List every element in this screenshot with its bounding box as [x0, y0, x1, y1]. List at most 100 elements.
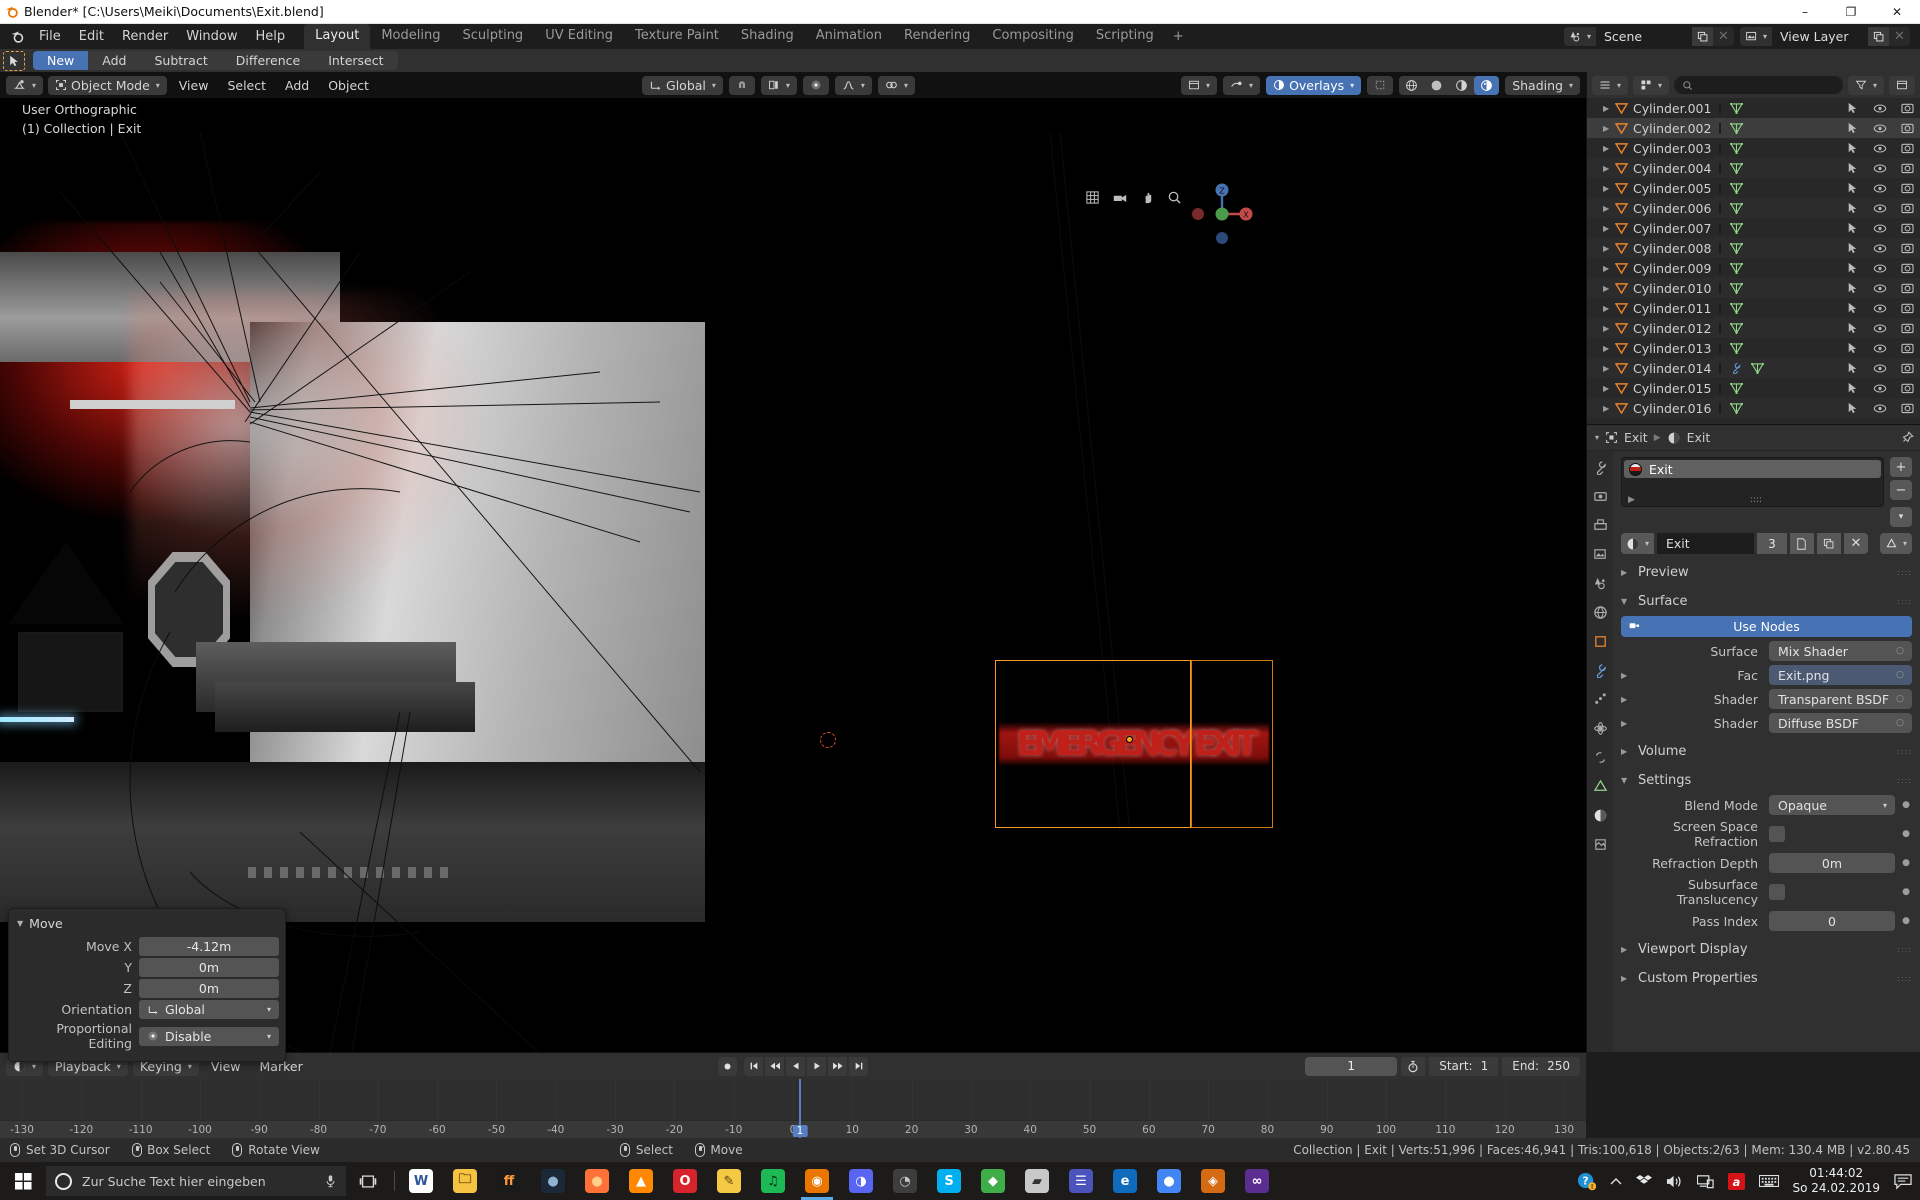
- redo-row-value[interactable]: 0m: [139, 958, 279, 977]
- mesh-data-icon[interactable]: [1730, 122, 1744, 134]
- dropbox-tray-icon[interactable]: [1635, 1174, 1652, 1189]
- outliner-tree[interactable]: ▶ Cylinder.001 ▶ Cylinder.002 ▶ Cylinder.003 ▶…: [1587, 98, 1920, 424]
- redo-row-value[interactable]: -4.12m: [139, 937, 279, 956]
- add-material-slot-button[interactable]: +: [1890, 457, 1912, 477]
- selectable-toggle-icon[interactable]: [1847, 302, 1859, 314]
- outliner-search-input[interactable]: [1674, 76, 1843, 94]
- chrome-app[interactable]: ●: [1147, 1162, 1191, 1200]
- microphone-icon[interactable]: [324, 1174, 337, 1188]
- workspace-tab-texture-paint[interactable]: Texture Paint: [624, 24, 730, 49]
- outliner-row[interactable]: ▶ Cylinder.003: [1587, 138, 1920, 158]
- disable-in-renders-icon[interactable]: [1901, 402, 1914, 414]
- selectable-toggle-icon[interactable]: [1847, 322, 1859, 334]
- outliner-expand-icon[interactable]: ▶: [1603, 104, 1615, 113]
- disable-in-renders-icon[interactable]: [1901, 382, 1914, 394]
- antivirus-tray-icon[interactable]: a: [1727, 1172, 1745, 1190]
- selectable-toggle-icon[interactable]: [1847, 182, 1859, 194]
- outliner-expand-icon[interactable]: ▶: [1603, 364, 1615, 373]
- animate-property-icon[interactable]: ○: [1896, 718, 1904, 728]
- panel-preview-header[interactable]: ▶ Preview ::::: [1621, 561, 1912, 583]
- selectable-toggle-icon[interactable]: [1847, 202, 1859, 214]
- shading-material-preview[interactable]: [1449, 76, 1474, 95]
- grid-toggle-icon[interactable]: [1085, 190, 1100, 205]
- mesh-data-icon[interactable]: [1751, 362, 1765, 374]
- blender-app[interactable]: ◉: [795, 1162, 839, 1200]
- outliner-row[interactable]: ▶ Cylinder.008: [1587, 238, 1920, 258]
- scene-delete-button[interactable]: ✕: [1712, 27, 1734, 46]
- animate-property-icon[interactable]: ○: [1896, 646, 1904, 656]
- surface-row-value[interactable]: Diffuse BSDF ○: [1769, 713, 1912, 733]
- surface-row-value[interactable]: Mix Shader ○: [1769, 641, 1912, 661]
- outliner-row[interactable]: ▶ Cylinder.002: [1587, 118, 1920, 138]
- outliner-object-name[interactable]: Cylinder.010: [1633, 281, 1711, 296]
- workspace-tab-sculpting[interactable]: Sculpting: [451, 24, 534, 49]
- play-reverse-button[interactable]: [786, 1056, 805, 1076]
- hide-in-viewport-icon[interactable]: [1873, 183, 1887, 194]
- unity-app[interactable]: ◈: [1191, 1162, 1235, 1200]
- material-data-selector[interactable]: ▾: [1879, 533, 1912, 554]
- outliner-expand-icon[interactable]: ▶: [1603, 324, 1615, 333]
- properties-editor[interactable]: ▾ Exit ▶ Exit Exit ▶:::: + − ▾ ▾ Exit 3…: [1586, 424, 1920, 1052]
- redo-proportional-select[interactable]: Disable ▾: [139, 1026, 279, 1046]
- outliner-row[interactable]: ▶ Cylinder.004: [1587, 158, 1920, 178]
- panel-settings-header[interactable]: ▼ Settings ::::: [1621, 769, 1912, 791]
- material-browse-button[interactable]: ▾: [1621, 533, 1655, 554]
- hide-in-viewport-icon[interactable]: [1873, 203, 1887, 214]
- menu-help[interactable]: Help: [247, 27, 295, 46]
- selectable-toggle-icon[interactable]: [1847, 382, 1859, 394]
- mesh-data-icon[interactable]: [1730, 282, 1744, 294]
- use-preview-range-button[interactable]: [1401, 1056, 1426, 1076]
- outliner-object-name[interactable]: Cylinder.016: [1633, 401, 1711, 416]
- disable-in-renders-icon[interactable]: [1901, 262, 1914, 274]
- viewlayer-name[interactable]: View Layer: [1772, 27, 1868, 46]
- help-notification-icon[interactable]: ?!: [1577, 1172, 1596, 1191]
- breadcrumb-object-name[interactable]: Exit: [1624, 430, 1648, 445]
- scene-selector[interactable]: ▾ Scene ✕: [1563, 27, 1734, 46]
- animate-property-icon[interactable]: ●: [1900, 800, 1912, 810]
- animate-property-icon[interactable]: ○: [1896, 670, 1904, 680]
- modifier-icon[interactable]: [1730, 362, 1742, 374]
- viewlayer-icon[interactable]: ▾: [1739, 27, 1772, 46]
- visualstudio-app[interactable]: ∞: [1235, 1162, 1279, 1200]
- network-tray-icon[interactable]: [1696, 1174, 1714, 1189]
- disable-in-renders-icon[interactable]: [1901, 162, 1914, 174]
- active-tool-icon[interactable]: [3, 50, 25, 71]
- viewport-menu-object[interactable]: Object: [321, 76, 376, 95]
- outliner-object-name[interactable]: Cylinder.006: [1633, 201, 1711, 216]
- material-make-single-user-button[interactable]: [1789, 533, 1814, 554]
- spotify-app[interactable]: ♫: [751, 1162, 795, 1200]
- tab-constraints[interactable]: [1592, 749, 1609, 766]
- outliner-row[interactable]: ▶ Cylinder.001: [1587, 98, 1920, 118]
- outliner-object-name[interactable]: Cylinder.014: [1633, 361, 1711, 376]
- disable-in-renders-icon[interactable]: [1901, 182, 1914, 194]
- outliner-row[interactable]: ▶ Cylinder.013: [1587, 338, 1920, 358]
- selectable-toggle-icon[interactable]: [1847, 222, 1859, 234]
- outliner-new-collection[interactable]: [1889, 75, 1915, 95]
- tab-tool[interactable]: [1592, 459, 1609, 476]
- outliner-object-name[interactable]: Cylinder.005: [1633, 181, 1711, 196]
- panel-surface-header[interactable]: ▼ Surface ::::: [1621, 590, 1912, 612]
- outliner-expand-icon[interactable]: ▶: [1603, 204, 1615, 213]
- material-copy-button[interactable]: [1816, 533, 1841, 554]
- show-hidden-icons-chevron[interactable]: [1610, 1177, 1622, 1186]
- hide-in-viewport-icon[interactable]: [1873, 143, 1887, 154]
- action-center-icon[interactable]: [1894, 1173, 1912, 1190]
- panel-volume-header[interactable]: ▶ Volume ::::: [1621, 740, 1912, 762]
- outliner-object-name[interactable]: Cylinder.013: [1633, 341, 1711, 356]
- mesh-data-icon[interactable]: [1730, 262, 1744, 274]
- menu-render[interactable]: Render: [113, 27, 177, 46]
- boolean-intersect-button[interactable]: Intersect: [314, 51, 398, 70]
- properties-tab-rail[interactable]: [1587, 451, 1613, 1052]
- interaction-mode-selector[interactable]: Object Mode ▾: [48, 75, 167, 95]
- selectable-toggle-icon[interactable]: [1847, 342, 1859, 354]
- outliner-row[interactable]: ▶ Cylinder.010: [1587, 278, 1920, 298]
- mesh-data-icon[interactable]: [1730, 102, 1744, 114]
- settings-checkbox[interactable]: [1769, 884, 1785, 900]
- file-explorer-app[interactable]: 🗀: [443, 1162, 487, 1200]
- tab-physics[interactable]: [1592, 720, 1609, 737]
- outliner-expand-icon[interactable]: ▶: [1603, 304, 1615, 313]
- discord-app[interactable]: ◑: [839, 1162, 883, 1200]
- editor-type-selector[interactable]: ▾: [6, 75, 44, 95]
- redo-row-value[interactable]: 0m: [139, 979, 279, 998]
- outliner-object-name[interactable]: Cylinder.008: [1633, 241, 1711, 256]
